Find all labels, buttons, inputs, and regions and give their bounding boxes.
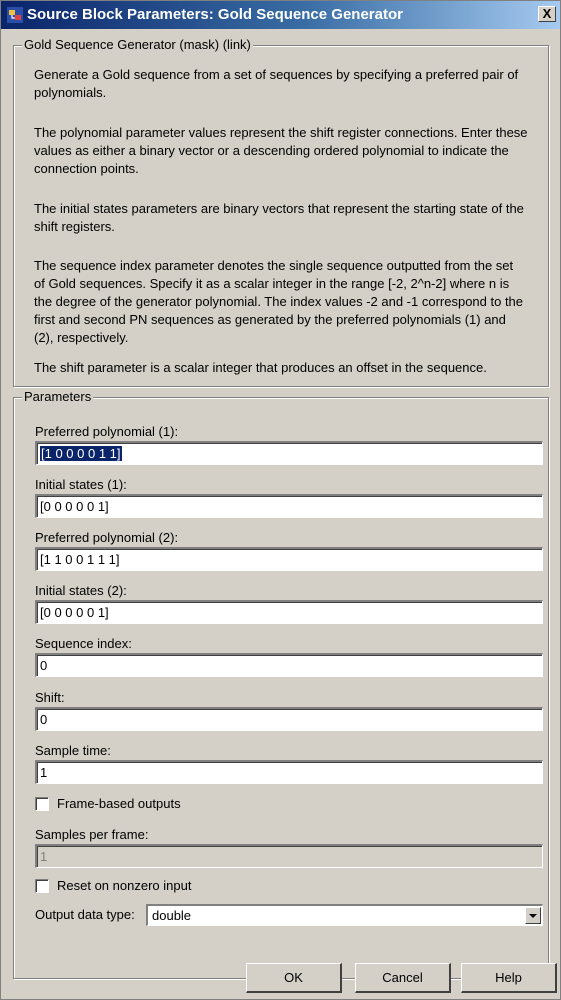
samples-per-frame-field[interactable]: 1 xyxy=(35,844,543,868)
reset-checkbox[interactable] xyxy=(35,879,49,893)
init-states-1-label: Initial states (1): xyxy=(35,477,127,492)
parameters-group-label: Parameters xyxy=(22,389,94,404)
shift-label: Shift: xyxy=(35,690,65,705)
description-paragraph: The initial states parameters are binary… xyxy=(34,201,524,234)
chevron-down-icon[interactable] xyxy=(525,907,541,924)
cancel-button[interactable]: Cancel xyxy=(355,963,451,993)
sequence-index-field[interactable]: 0 xyxy=(35,653,543,677)
init-states-2-field[interactable]: [0 0 0 0 0 1] xyxy=(35,600,543,624)
mask-description-group: Gold Sequence Generator (mask) (link) Ge… xyxy=(13,37,549,387)
mask-group-label: Gold Sequence Generator (mask) (link) xyxy=(22,37,253,52)
sample-time-label: Sample time: xyxy=(35,743,111,758)
pref-poly-1-label: Preferred polynomial (1): xyxy=(35,424,179,439)
output-data-type-value: double xyxy=(152,908,192,923)
shift-field[interactable]: 0 xyxy=(35,707,543,731)
dialog-window: Source Block Parameters: Gold Sequence G… xyxy=(0,0,561,1000)
output-data-type-dropdown[interactable]: double xyxy=(146,904,543,926)
simulink-icon xyxy=(7,7,23,23)
window-title: Source Block Parameters: Gold Sequence G… xyxy=(27,6,403,23)
init-states-2-label: Initial states (2): xyxy=(35,583,127,598)
close-button[interactable]: X xyxy=(538,6,556,22)
pref-poly-2-field[interactable]: [1 1 0 0 1 1 1] xyxy=(35,547,543,571)
description-paragraph: The polynomial parameter values represen… xyxy=(34,125,528,176)
init-states-1-field[interactable]: [0 0 0 0 0 1] xyxy=(35,494,543,518)
title-bar[interactable]: Source Block Parameters: Gold Sequence G… xyxy=(1,1,560,29)
reset-label: Reset on nonzero input xyxy=(57,878,192,893)
sample-time-field[interactable]: 1 xyxy=(35,760,543,784)
sequence-index-label: Sequence index: xyxy=(35,636,132,651)
pref-poly-1-field[interactable]: [1 0 0 0 0 1 1] xyxy=(35,441,543,465)
pref-poly-2-label: Preferred polynomial (2): xyxy=(35,530,179,545)
description-paragraph: Generate a Gold sequence from a set of s… xyxy=(34,67,519,100)
frame-based-label: Frame-based outputs xyxy=(57,796,181,811)
help-button[interactable]: Help xyxy=(461,963,557,993)
samples-per-frame-label: Samples per frame: xyxy=(35,827,149,842)
frame-based-checkbox[interactable] xyxy=(35,797,49,811)
description-paragraph: The sequence index parameter denotes the… xyxy=(34,258,524,345)
output-data-type-label: Output data type: xyxy=(35,907,135,922)
ok-button[interactable]: OK xyxy=(246,963,342,993)
description-paragraph: The shift parameter is a scalar integer … xyxy=(34,360,487,375)
